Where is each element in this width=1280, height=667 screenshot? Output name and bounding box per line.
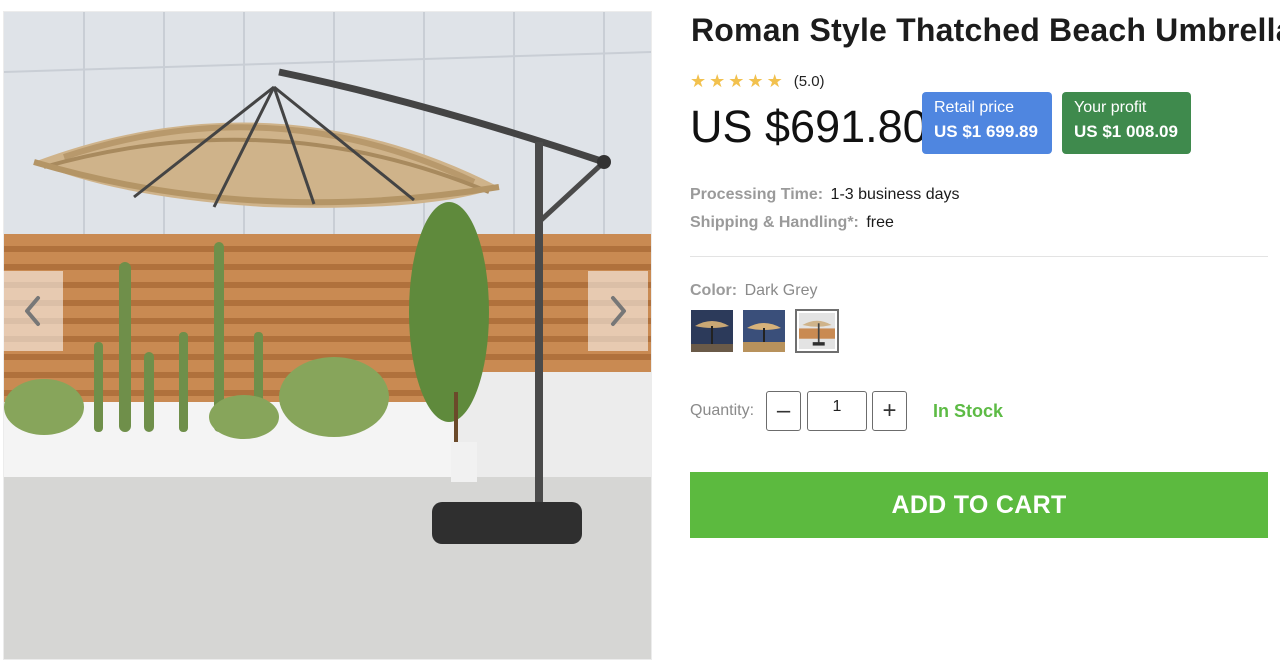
retail-price-value: US $1 699.89 [934, 122, 1038, 141]
star-icon: ★ [728, 71, 745, 91]
quantity-increase-button[interactable]: + [872, 391, 907, 431]
add-to-cart-button[interactable]: ADD TO CART [690, 472, 1268, 538]
gallery-prev-button[interactable] [3, 271, 63, 351]
product-rating[interactable]: ★ ★ ★ ★ ★ (5.0) [690, 72, 825, 90]
divider [690, 256, 1268, 257]
color-label: Color: [690, 282, 738, 299]
chevron-left-icon [25, 296, 40, 326]
product-main-image [4, 12, 651, 659]
profit-value: US $1 008.09 [1074, 122, 1178, 141]
quantity-decrease-button[interactable]: – [766, 391, 801, 431]
swatch-thumbnail [799, 313, 835, 349]
chevron-right-icon [611, 296, 626, 326]
product-price: US $691.80 [690, 101, 928, 152]
star-icon: ★ [747, 71, 764, 91]
processing-time-label: Processing Time: [690, 186, 824, 203]
color-swatch-dark-grey[interactable] [795, 309, 839, 353]
retail-price-badge: Retail price US $1 699.89 [922, 92, 1052, 154]
swatch-thumbnail [743, 310, 785, 352]
star-icon: ★ [709, 71, 726, 91]
color-swatch-2[interactable] [743, 310, 785, 352]
color-value: Dark Grey [744, 282, 818, 299]
shipping-handling: Shipping & Handling*: free [690, 214, 894, 232]
rating-score: (5.0) [793, 72, 825, 90]
shipping-value: free [866, 214, 894, 231]
product-title: Roman Style Thatched Beach Umbrella [691, 12, 1280, 48]
color-swatch-1[interactable] [691, 310, 733, 352]
shipping-label: Shipping & Handling*: [690, 214, 859, 231]
quantity-label: Quantity: [690, 402, 755, 419]
product-image-gallery [3, 11, 652, 660]
processing-time-value: 1-3 business days [830, 186, 960, 203]
profit-label: Your profit [1074, 99, 1147, 116]
processing-time: Processing Time: 1-3 business days [690, 186, 960, 204]
star-icon: ★ [766, 71, 783, 91]
retail-price-label: Retail price [934, 99, 1015, 116]
profit-badge: Your profit US $1 008.09 [1062, 92, 1191, 154]
gallery-next-button[interactable] [588, 271, 648, 351]
star-icon: ★ [690, 71, 707, 91]
quantity-input[interactable] [807, 391, 867, 431]
color-selection: Color: Dark Grey [690, 282, 817, 300]
swatch-thumbnail [691, 310, 733, 352]
stock-status: In Stock [933, 401, 1004, 421]
